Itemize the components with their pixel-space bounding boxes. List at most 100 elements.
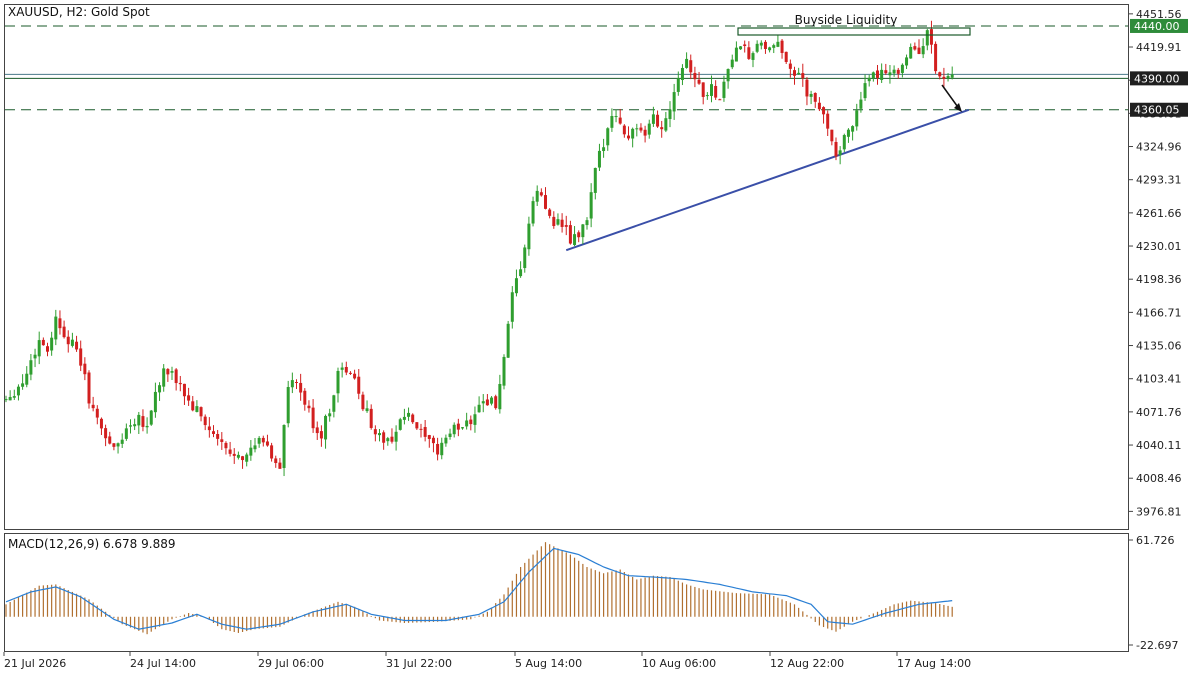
candle-body <box>705 95 709 97</box>
candle-body <box>527 223 531 250</box>
candle-body <box>896 69 900 74</box>
candle-body <box>112 443 116 447</box>
candle-body <box>236 454 240 458</box>
candle-body <box>925 30 929 46</box>
candle-body <box>772 45 776 48</box>
candle-body <box>780 40 784 53</box>
candle-body <box>303 390 307 405</box>
candle-body <box>797 72 801 75</box>
candle-body <box>726 69 730 82</box>
y-tick-label: 4040.11 <box>1136 439 1182 452</box>
candle-body <box>191 401 195 411</box>
candle-body <box>900 64 904 73</box>
candle-body <box>195 406 199 412</box>
candle-body <box>676 78 680 92</box>
candle-body <box>747 47 751 59</box>
candle-body <box>137 414 141 426</box>
candle-body <box>141 416 145 427</box>
candle-body <box>693 72 697 80</box>
candle-body <box>394 431 398 442</box>
candle-body <box>519 269 523 277</box>
candle-body <box>299 382 303 393</box>
x-tick-label: 29 Jul 06:00 <box>258 657 324 670</box>
candle-body <box>87 372 91 404</box>
candle-body <box>402 416 406 420</box>
candle-body <box>444 437 448 444</box>
candle-body <box>909 46 913 59</box>
y-tick-label: 4071.76 <box>1136 406 1182 419</box>
candle-body <box>469 419 473 425</box>
x-tick-label: 21 Jul 2026 <box>4 657 66 670</box>
candle-body <box>485 399 489 406</box>
candle-body <box>697 79 701 84</box>
candle-body <box>813 92 817 102</box>
candle-body <box>929 29 933 45</box>
candle-body <box>552 216 556 227</box>
candle-body <box>145 425 149 428</box>
candle-body <box>265 441 269 446</box>
y-tick-label: 4230.01 <box>1136 240 1182 253</box>
candle-body <box>867 77 871 82</box>
candle-body <box>817 102 821 110</box>
candle-body <box>826 113 830 129</box>
candle-body <box>938 72 942 77</box>
candle-body <box>622 125 626 135</box>
candle-body <box>419 428 423 430</box>
candle-body <box>602 147 606 152</box>
candle-body <box>618 117 622 124</box>
candle-body <box>348 372 352 374</box>
candle-body <box>842 135 846 150</box>
y-tick-label: 4451.56 <box>1136 8 1182 21</box>
candle-body <box>378 433 381 436</box>
candle-body <box>373 429 377 435</box>
macd-axis: 61.726 -22.697 <box>1129 534 1178 652</box>
candle-body <box>324 415 328 440</box>
candle-body <box>722 81 726 98</box>
candle-body <box>257 437 261 444</box>
macd-y-tick-label: -22.697 <box>1136 639 1178 652</box>
candle-body <box>685 58 689 68</box>
candle-body <box>660 127 664 130</box>
candle-body <box>568 225 572 244</box>
level-badges: 4440.00 4390.00 4360.05 <box>1130 18 1188 117</box>
y-tick-label: 4324.96 <box>1136 141 1182 154</box>
candle-body <box>846 129 850 137</box>
candle-body <box>905 57 909 66</box>
candle-body <box>743 44 747 46</box>
candle-body <box>917 47 921 54</box>
candle-body <box>871 72 875 79</box>
candle-body <box>386 438 390 442</box>
candle-body <box>116 443 120 447</box>
candle-body <box>739 46 743 50</box>
y-tick-label: 4135.06 <box>1136 340 1182 353</box>
y-tick-label: 4198.36 <box>1136 273 1182 286</box>
y-tick-label: 4293.31 <box>1136 174 1182 187</box>
candle-body <box>606 128 610 146</box>
candle-body <box>62 326 66 338</box>
candle-body <box>41 339 45 346</box>
candle-body <box>344 366 348 373</box>
candle-body <box>822 107 826 115</box>
candle-body <box>25 373 29 385</box>
candle-body <box>290 380 294 388</box>
candle-body <box>531 201 535 224</box>
candle-body <box>784 51 788 62</box>
candle-body <box>162 368 166 387</box>
candle-body <box>216 433 220 439</box>
candle-body <box>108 436 112 444</box>
candle-body <box>494 396 498 409</box>
candle-body <box>477 404 481 413</box>
candle-body <box>319 431 323 439</box>
candle-body <box>635 128 639 130</box>
candle-body <box>70 339 74 346</box>
candle-body <box>54 316 58 340</box>
candle-body <box>863 83 867 99</box>
candle-body <box>75 341 79 350</box>
candle-body <box>523 247 527 269</box>
level-badge-label: 4440.00 <box>1134 20 1180 33</box>
price-levels <box>5 25 1128 111</box>
y-tick-label: 4008.46 <box>1136 472 1182 485</box>
candle-body <box>710 84 713 96</box>
candle-body <box>490 397 494 404</box>
candle-body <box>548 209 552 216</box>
